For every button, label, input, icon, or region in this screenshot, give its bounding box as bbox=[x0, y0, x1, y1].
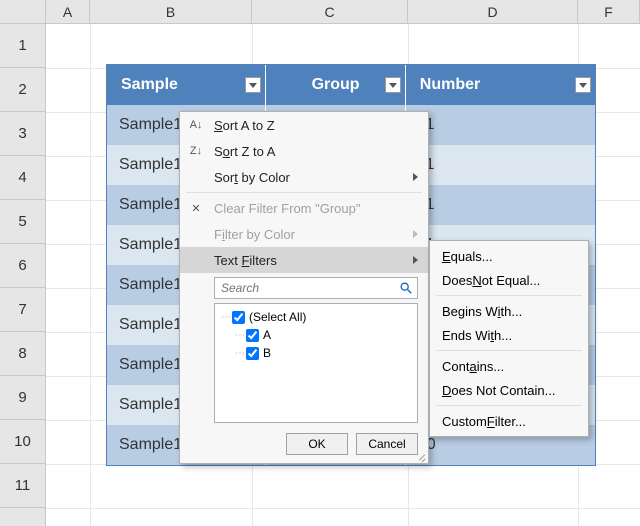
cell-number[interactable]: 11 bbox=[406, 145, 595, 185]
resize-grip-icon[interactable] bbox=[416, 451, 426, 461]
tree-label-select-all: (Select All) bbox=[249, 310, 306, 324]
submenu-arrow-icon bbox=[413, 256, 418, 264]
submenu-ends-with[interactable]: Ends With... bbox=[430, 323, 588, 347]
col-header-C[interactable]: C bbox=[252, 0, 408, 23]
filter-search-box[interactable] bbox=[214, 277, 418, 299]
row-header-11[interactable]: 11 bbox=[0, 464, 45, 508]
col-header-A[interactable]: A bbox=[46, 0, 90, 23]
header-number[interactable]: Number bbox=[406, 65, 595, 105]
row-header-6[interactable]: 6 bbox=[0, 244, 45, 288]
column-header-row: A B C D F bbox=[0, 0, 640, 24]
checkbox-A[interactable] bbox=[246, 329, 259, 342]
submenu-contains[interactable]: Contains... bbox=[430, 354, 588, 378]
menu-sort-by-color[interactable]: Sort by Color bbox=[180, 164, 428, 190]
filter-search-input[interactable] bbox=[219, 280, 413, 296]
menu-separator bbox=[436, 405, 582, 406]
col-header-D[interactable]: D bbox=[408, 0, 578, 23]
submenu-custom-filter[interactable]: Custom Filter... bbox=[430, 409, 588, 433]
tree-node-select-all[interactable]: ⋯ (Select All) bbox=[221, 308, 411, 326]
checkbox-B[interactable] bbox=[246, 347, 259, 360]
ok-button[interactable]: OK bbox=[286, 433, 348, 455]
menu-clear-filter-label: Clear Filter From "Group" bbox=[214, 201, 360, 216]
submenu-equals[interactable]: Equals... bbox=[430, 244, 588, 268]
menu-separator bbox=[186, 192, 422, 193]
menu-text-filters[interactable]: Text Filters bbox=[180, 247, 428, 273]
menu-separator bbox=[436, 350, 582, 351]
table-header-row: Sample Group Number bbox=[107, 65, 595, 105]
tree-label-B: B bbox=[263, 346, 271, 360]
header-sample[interactable]: Sample bbox=[107, 65, 266, 105]
submenu-arrow-icon bbox=[413, 173, 418, 181]
tree-connector-icon: ⋯ bbox=[235, 330, 244, 341]
menu-separator bbox=[436, 295, 582, 296]
submenu-does-not-contain[interactable]: Does Not Contain... bbox=[430, 378, 588, 402]
row-header-8[interactable]: 8 bbox=[0, 332, 45, 376]
menu-sort-az-label: Sort A to Z bbox=[214, 118, 275, 133]
row-header-3[interactable]: 3 bbox=[0, 112, 45, 156]
row-header-1[interactable]: 1 bbox=[0, 24, 45, 68]
header-number-label: Number bbox=[420, 76, 480, 94]
tree-label-A: A bbox=[263, 328, 271, 342]
tree-node-B[interactable]: ⋯ B bbox=[221, 344, 411, 362]
filter-button-number[interactable] bbox=[575, 77, 591, 93]
cancel-button[interactable]: Cancel bbox=[356, 433, 418, 455]
tree-connector-icon: ⋯ bbox=[235, 348, 244, 359]
menu-filter-by-color-label: Filter by Color bbox=[214, 227, 295, 242]
row-header-2[interactable]: 2 bbox=[0, 68, 45, 112]
row-header-10[interactable]: 10 bbox=[0, 420, 45, 464]
row-header-7[interactable]: 7 bbox=[0, 288, 45, 332]
menu-filter-by-color: Filter by Color bbox=[180, 221, 428, 247]
sort-desc-icon: Z↓ bbox=[188, 143, 204, 159]
menu-clear-filter: ✕ Clear Filter From "Group" bbox=[180, 195, 428, 221]
menu-sort-by-color-label: Sort by Color bbox=[214, 170, 290, 185]
filter-button-sample[interactable] bbox=[245, 77, 261, 93]
select-all-corner[interactable] bbox=[0, 0, 46, 23]
text-filters-submenu: Equals... Does Not Equal... Begins With.… bbox=[429, 240, 589, 437]
header-group[interactable]: Group bbox=[266, 65, 405, 105]
tree-node-A[interactable]: ⋯ A bbox=[221, 326, 411, 344]
cell-number[interactable]: 11 bbox=[406, 185, 595, 225]
sort-asc-icon: A↓ bbox=[188, 117, 204, 133]
row-header-4[interactable]: 4 bbox=[0, 156, 45, 200]
menu-text-filters-label: Text Filters bbox=[214, 253, 277, 268]
menu-sort-za-label: Sort Z to A bbox=[214, 144, 275, 159]
header-group-label: Group bbox=[312, 76, 360, 94]
menu-sort-az[interactable]: A↓ Sort A to Z bbox=[180, 112, 428, 138]
row-header-5[interactable]: 5 bbox=[0, 200, 45, 244]
clear-filter-icon: ✕ bbox=[188, 200, 204, 216]
search-icon bbox=[399, 281, 413, 295]
submenu-begins-with[interactable]: Begins With... bbox=[430, 299, 588, 323]
col-header-B[interactable]: B bbox=[90, 0, 252, 23]
tree-connector-icon: ⋯ bbox=[221, 312, 230, 323]
autofilter-dropdown: A↓ Sort A to Z Z↓ Sort Z to A Sort by Co… bbox=[179, 111, 429, 464]
row-header-col: 1 2 3 4 5 6 7 8 9 10 11 bbox=[0, 24, 46, 526]
filter-values-tree[interactable]: ⋯ (Select All) ⋯ A ⋯ B bbox=[214, 303, 418, 423]
cell-number[interactable]: 11 bbox=[406, 105, 595, 145]
filter-button-row: OK Cancel bbox=[180, 429, 428, 455]
submenu-does-not-equal[interactable]: Does Not Equal... bbox=[430, 268, 588, 292]
col-header-F[interactable]: F bbox=[578, 0, 640, 23]
filter-button-group[interactable] bbox=[385, 77, 401, 93]
menu-sort-za[interactable]: Z↓ Sort Z to A bbox=[180, 138, 428, 164]
row-header-9[interactable]: 9 bbox=[0, 376, 45, 420]
checkbox-select-all[interactable] bbox=[232, 311, 245, 324]
submenu-arrow-icon bbox=[413, 230, 418, 238]
header-sample-label: Sample bbox=[121, 76, 178, 94]
